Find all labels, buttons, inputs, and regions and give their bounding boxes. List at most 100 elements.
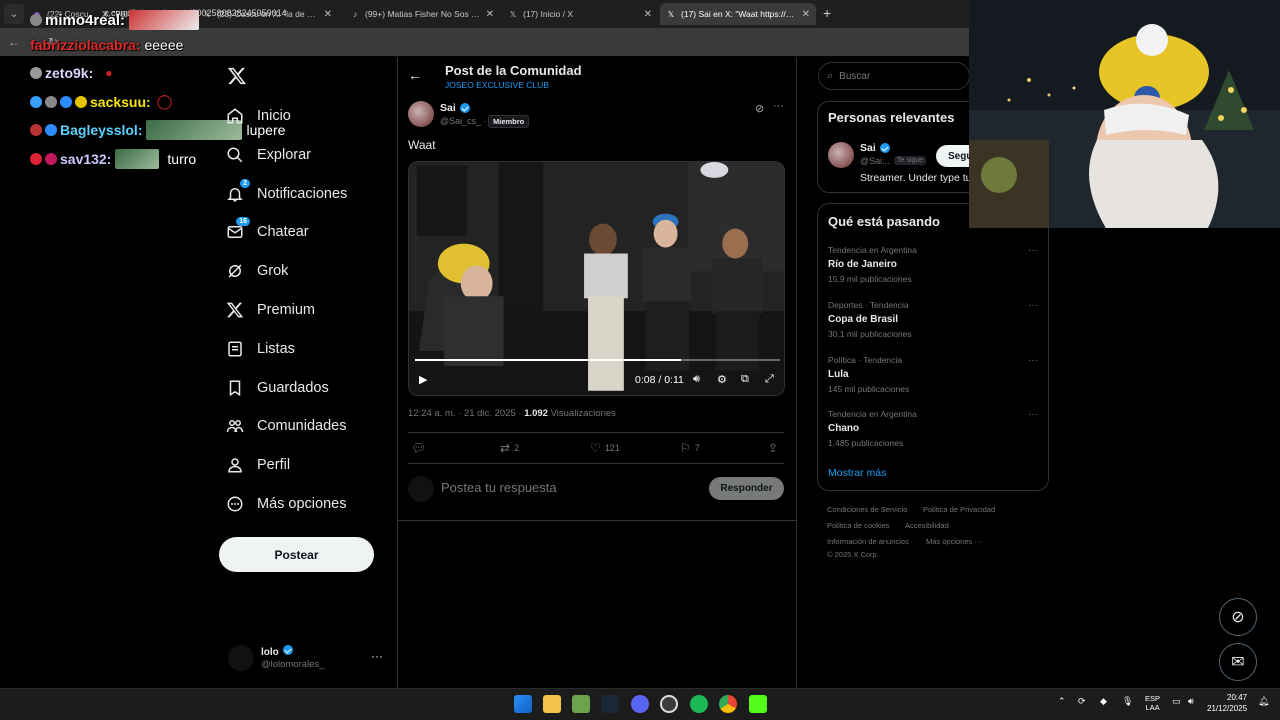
fullscreen-icon[interactable]: ⤢: [765, 373, 774, 386]
reply-action[interactable]: 💬︎: [411, 441, 430, 455]
network-icon[interactable]: ▭: [1172, 696, 1181, 707]
nav-item-grok[interactable]: Grok: [226, 256, 288, 286]
new-tab-icon[interactable]: +: [823, 5, 831, 21]
tray-app-icon[interactable]: ⟳: [1078, 696, 1086, 707]
close-tab-icon[interactable]: ✕: [644, 9, 652, 20]
chat-user: mimo4real:: [45, 11, 126, 29]
nav-item-premium[interactable]: Premium: [226, 295, 315, 325]
browser-tab-active[interactable]: 𝕏 (17) Sai en X: "Waat https://t.co ✕: [660, 3, 816, 25]
footer-link[interactable]: Más opciones ···: [926, 537, 982, 546]
language-indicator[interactable]: ESP LAA: [1145, 694, 1160, 712]
trend-item[interactable]: Deportes · Tendencia Copa de Brasil 30,1…: [828, 300, 1038, 339]
nav-item-inicio[interactable]: Inicio: [226, 101, 291, 131]
nav-label: Notificaciones: [257, 186, 348, 202]
reply-input[interactable]: [441, 480, 691, 495]
file-explorer-icon[interactable]: [543, 695, 561, 713]
grok-icon[interactable]: ⊘: [755, 102, 764, 115]
reply-button[interactable]: Responder: [709, 477, 784, 500]
nav-label: Explorar: [257, 147, 311, 163]
nav-item-explorar[interactable]: Explorar: [226, 140, 311, 170]
bookmark-action[interactable]: ⚐ 7: [680, 441, 700, 455]
video-progress-bar[interactable]: [415, 359, 780, 361]
nav-item-listas[interactable]: Listas: [226, 334, 295, 364]
more-icon[interactable]: ···: [371, 649, 383, 663]
minecraft-icon[interactable]: [572, 695, 590, 713]
steam-icon[interactable]: [601, 695, 619, 713]
x-logo-icon[interactable]: [227, 66, 247, 86]
more-icon[interactable]: ···: [1028, 355, 1038, 366]
close-tab-icon[interactable]: ✕: [486, 9, 494, 20]
pip-icon[interactable]: ⧉: [741, 373, 749, 386]
author-handle[interactable]: @Sai_cs_ ·: [440, 116, 487, 126]
more-icon[interactable]: ···: [1028, 300, 1038, 311]
footer-link[interactable]: Condiciones de Servicio: [827, 505, 907, 514]
search-box[interactable]: ⌕ Buscar: [818, 62, 970, 90]
nav-label: Más opciones: [257, 496, 347, 512]
avatar[interactable]: [828, 142, 854, 168]
close-tab-icon[interactable]: ✕: [324, 9, 332, 20]
play-icon[interactable]: ▶: [419, 373, 427, 386]
close-tab-icon[interactable]: ✕: [802, 9, 810, 20]
more-icon[interactable]: ···: [1028, 245, 1038, 256]
spotify-icon[interactable]: [690, 695, 708, 713]
author-name[interactable]: Sai: [440, 102, 470, 114]
trend-category: Tendencia en Argentina: [828, 409, 917, 419]
more-icon[interactable]: ···: [773, 100, 784, 112]
nav-item-guardados[interactable]: Guardados: [226, 373, 329, 403]
avatar: [408, 476, 434, 502]
trend-item[interactable]: Tendencia en Argentina Río de Janeiro 15…: [828, 245, 1038, 284]
microphone-icon[interactable]: 🎙︎: [1122, 696, 1133, 707]
footer-link[interactable]: Información de anuncios: [827, 537, 909, 546]
footer-link[interactable]: Política de cookies: [827, 521, 890, 530]
more-icon[interactable]: ···: [1028, 409, 1038, 420]
tray-app-icon[interactable]: ◆: [1100, 696, 1107, 707]
column-divider: [796, 58, 797, 688]
back-arrow-icon[interactable]: ←: [408, 67, 422, 83]
tiktok-icon: ♪: [353, 9, 357, 19]
nav-item-notificaciones[interactable]: 2 Notificaciones: [226, 179, 347, 209]
post-timestamp[interactable]: 12:24 a. m. · 21 dic. 2025 ·: [408, 408, 522, 419]
retweet-action[interactable]: ⇄ 2: [500, 441, 519, 455]
system-clock[interactable]: 20:47 21/12/2025: [1207, 692, 1247, 714]
post-button[interactable]: Postear: [219, 537, 374, 572]
browser-tab[interactable]: 𝕏 (17) Inicio / X ✕: [502, 3, 658, 25]
windows-start-icon[interactable]: [514, 695, 532, 713]
community-link[interactable]: JOSEO EXCLUSIVE CLUB: [445, 80, 549, 90]
browser-tab[interactable]: ♪ (99+) Matias Fisher No Sos Und ✕: [344, 3, 500, 25]
video-time: 0:08 / 0:11: [635, 374, 684, 386]
messages-float-button[interactable]: ✉: [1219, 643, 1257, 681]
tab-list-button[interactable]: ⌄: [4, 4, 24, 24]
account-switcher[interactable]: lolo @lolomorales_ ···: [228, 643, 388, 673]
kick-icon[interactable]: [749, 695, 767, 713]
footer-link[interactable]: Política de Privacidad: [923, 505, 995, 514]
nav-item-perfil[interactable]: Perfil: [226, 450, 290, 480]
chrome-icon[interactable]: [719, 695, 737, 713]
volume-icon[interactable]: 🔊︎: [693, 373, 700, 386]
settings-icon[interactable]: ⚙: [717, 373, 727, 386]
chat-badge-icon: [60, 95, 72, 108]
share-icon: ⇪: [768, 441, 779, 455]
trend-item[interactable]: Política · Tendencia Lula 145 mil public…: [828, 355, 1038, 394]
nav-item-chatear[interactable]: 16 Chatear: [226, 217, 309, 247]
app-icon[interactable]: [660, 695, 678, 713]
relevant-name[interactable]: Sai: [860, 142, 890, 154]
video-player[interactable]: ▶ 0:08 / 0:11 🔊︎ ⚙ ⧉ ⤢: [408, 161, 785, 396]
footer-link[interactable]: Accesibilidad: [905, 521, 949, 530]
like-action[interactable]: ♡ 121: [590, 441, 620, 455]
tray-chevron-icon[interactable]: ⌃: [1058, 696, 1066, 707]
share-action[interactable]: ⇪: [768, 441, 782, 455]
notification-bell-icon[interactable]: 🔔︎: [1258, 696, 1269, 707]
chat-user: sav132:: [60, 151, 112, 167]
emote-image: [115, 149, 160, 169]
verified-icon: [459, 103, 470, 113]
volume-icon[interactable]: 🔊︎: [1188, 696, 1194, 707]
nav-item-mas-opciones[interactable]: Más opciones: [226, 489, 346, 519]
discord-icon[interactable]: [631, 695, 649, 713]
grok-float-button[interactable]: ⊘: [1219, 598, 1257, 636]
show-more-link[interactable]: Mostrar más: [828, 467, 886, 479]
chat-user: fabrizziolacabra:: [30, 37, 141, 53]
nav-item-comunidades[interactable]: Comunidades: [226, 411, 346, 441]
back-nav-icon[interactable]: ←: [8, 35, 20, 49]
avatar[interactable]: [408, 101, 434, 127]
trend-item[interactable]: Tendencia en Argentina Chano 1.485 publi…: [828, 409, 1038, 448]
